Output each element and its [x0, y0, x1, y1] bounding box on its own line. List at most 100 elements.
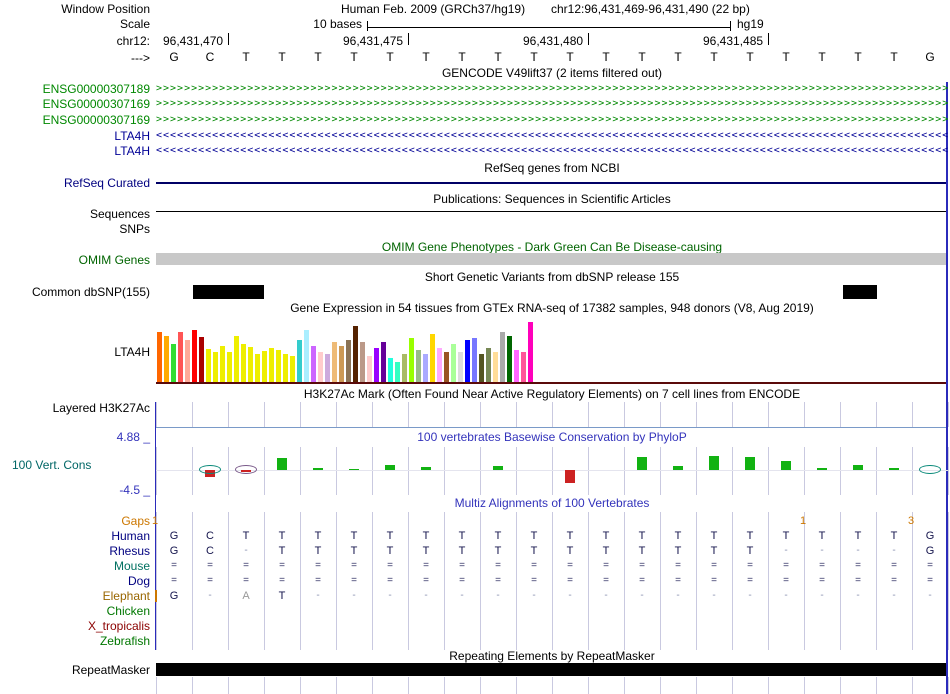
gtex-bar[interactable] [206, 349, 211, 382]
gtex-bar[interactable] [381, 342, 386, 382]
gtex-bar[interactable] [451, 344, 456, 382]
gencode-gene-label[interactable]: LTA4H [0, 129, 150, 143]
gtex-bar[interactable] [353, 326, 358, 382]
gtex-bar[interactable] [444, 352, 449, 382]
gtex-bar[interactable] [171, 344, 176, 382]
species-label[interactable]: Zebrafish [0, 634, 150, 648]
gtex-bar[interactable] [213, 352, 218, 382]
gene-arrow-line[interactable]: <<<<<<<<<<<<<<<<<<<<<<<<<<<<<<<<<<<<<<<<… [156, 129, 948, 143]
gtex-bar[interactable] [178, 332, 183, 382]
gtex-bar[interactable] [227, 352, 232, 382]
publications-line[interactable] [156, 211, 948, 212]
cons-track-label[interactable]: 100 Vert. Cons [12, 458, 91, 472]
gtex-bar[interactable] [409, 338, 414, 382]
species-label[interactable]: X_tropicalis [0, 619, 150, 633]
gtex-bar[interactable] [220, 346, 225, 382]
gtex-bar[interactable] [318, 352, 323, 382]
gtex-bar[interactable] [479, 354, 484, 382]
gtex-bar[interactable] [465, 340, 470, 382]
h3k27ac-title[interactable]: H3K27Ac Mark (Often Found Near Active Re… [156, 388, 948, 401]
gtex-bar[interactable] [290, 356, 295, 382]
repeatmasker-bar[interactable] [156, 663, 948, 676]
gtex-bar[interactable] [192, 330, 197, 382]
gtex-bar[interactable] [185, 340, 190, 382]
gtex-bar[interactable] [402, 354, 407, 382]
gencode-gene-label[interactable]: ENSG00000307189 [0, 82, 150, 96]
repeatmasker-label[interactable]: RepeatMasker [0, 663, 150, 677]
repeatmasker-title[interactable]: Repeating Elements by RepeatMasker [156, 650, 948, 663]
dbsnp-label[interactable]: Common dbSNP(155) [0, 285, 150, 299]
species-label[interactable]: Mouse [0, 559, 150, 573]
gtex-bar[interactable] [528, 322, 533, 382]
publications-title[interactable]: Publications: Sequences in Scientific Ar… [156, 193, 948, 206]
gencode-gene-label[interactable]: ENSG00000307169 [0, 97, 150, 111]
gtex-bar[interactable] [157, 332, 162, 382]
refseq-line[interactable] [156, 182, 948, 184]
snps-label[interactable]: SNPs [0, 222, 150, 236]
dbsnp-variant[interactable] [843, 285, 877, 299]
gtex-bar[interactable] [283, 354, 288, 382]
gtex-bar[interactable] [388, 358, 393, 382]
gtex-bar[interactable] [437, 348, 442, 382]
species-label[interactable]: Dog [0, 574, 150, 588]
gtex-bar[interactable] [458, 352, 463, 382]
refseq-title[interactable]: RefSeq genes from NCBI [156, 162, 948, 175]
gtex-bar[interactable] [486, 348, 491, 382]
gencode-gene-label[interactable]: LTA4H [0, 144, 150, 158]
gtex-bar[interactable] [269, 348, 274, 382]
conservation-title[interactable]: 100 vertebrates Basewise Conservation by… [156, 431, 948, 444]
cons-max-label: 4.88 _ [116, 430, 150, 444]
gtex-bar[interactable] [521, 352, 526, 382]
gtex-bar[interactable] [164, 336, 169, 382]
omim-genes-label[interactable]: OMIM Genes [0, 253, 150, 267]
species-label[interactable]: Chicken [0, 604, 150, 618]
gtex-bar[interactable] [339, 346, 344, 382]
gencode-title[interactable]: GENCODE V49lift37 (2 items filtered out) [156, 67, 948, 80]
refseq-curated-label[interactable]: RefSeq Curated [0, 176, 150, 190]
gtex-bar[interactable] [472, 338, 477, 382]
sequences-label[interactable]: Sequences [0, 207, 150, 221]
multiz-title[interactable]: Multiz Alignments of 100 Vertebrates [156, 497, 948, 510]
species-label[interactable]: Human [0, 529, 150, 543]
gtex-bar[interactable] [346, 340, 351, 382]
align-cell: = [567, 575, 573, 586]
gtex-bar[interactable] [423, 354, 428, 382]
gene-arrow-line[interactable]: >>>>>>>>>>>>>>>>>>>>>>>>>>>>>>>>>>>>>>>>… [156, 113, 948, 127]
gtex-bar[interactable] [332, 342, 337, 382]
dbsnp-variant[interactable] [193, 285, 264, 299]
gridline [804, 677, 805, 694]
gtex-bar[interactable] [311, 346, 316, 382]
gtex-bar[interactable] [374, 348, 379, 382]
gtex-bar[interactable] [304, 330, 309, 382]
gtex-bar[interactable] [360, 342, 365, 382]
gtex-bar[interactable] [241, 344, 246, 382]
species-label[interactable]: Gaps [0, 514, 150, 528]
h3k27ac-label[interactable]: Layered H3K27Ac [0, 401, 150, 415]
omim-bar[interactable] [156, 253, 948, 265]
gtex-bar[interactable] [367, 356, 372, 382]
species-label[interactable]: Rhesus [0, 544, 150, 558]
gtex-bar[interactable] [325, 354, 330, 382]
gtex-bar[interactable] [297, 340, 302, 382]
gtex-bar[interactable] [255, 354, 260, 382]
gtex-bar[interactable] [507, 336, 512, 382]
gene-arrow-line[interactable]: <<<<<<<<<<<<<<<<<<<<<<<<<<<<<<<<<<<<<<<<… [156, 144, 948, 158]
gtex-bar[interactable] [234, 336, 239, 382]
gencode-gene-label[interactable]: ENSG00000307169 [0, 113, 150, 127]
gtex-title[interactable]: Gene Expression in 54 tissues from GTEx … [156, 302, 948, 315]
gene-arrow-line[interactable]: >>>>>>>>>>>>>>>>>>>>>>>>>>>>>>>>>>>>>>>>… [156, 97, 948, 111]
gtex-gene-label[interactable]: LTA4H [0, 345, 150, 359]
gtex-bar[interactable] [262, 351, 267, 382]
gtex-bar[interactable] [416, 350, 421, 382]
gene-arrow-line[interactable]: >>>>>>>>>>>>>>>>>>>>>>>>>>>>>>>>>>>>>>>>… [156, 82, 948, 96]
gtex-bar[interactable] [248, 347, 253, 382]
gtex-bar[interactable] [276, 350, 281, 382]
gtex-bar[interactable] [430, 334, 435, 382]
gtex-bar[interactable] [395, 362, 400, 382]
gtex-bar[interactable] [500, 332, 505, 382]
species-label[interactable]: Elephant [0, 589, 150, 603]
gtex-bar[interactable] [493, 352, 498, 382]
gtex-bar[interactable] [514, 350, 519, 382]
gtex-bar[interactable] [199, 337, 204, 382]
dbsnp-title[interactable]: Short Genetic Variants from dbSNP releas… [156, 271, 948, 284]
